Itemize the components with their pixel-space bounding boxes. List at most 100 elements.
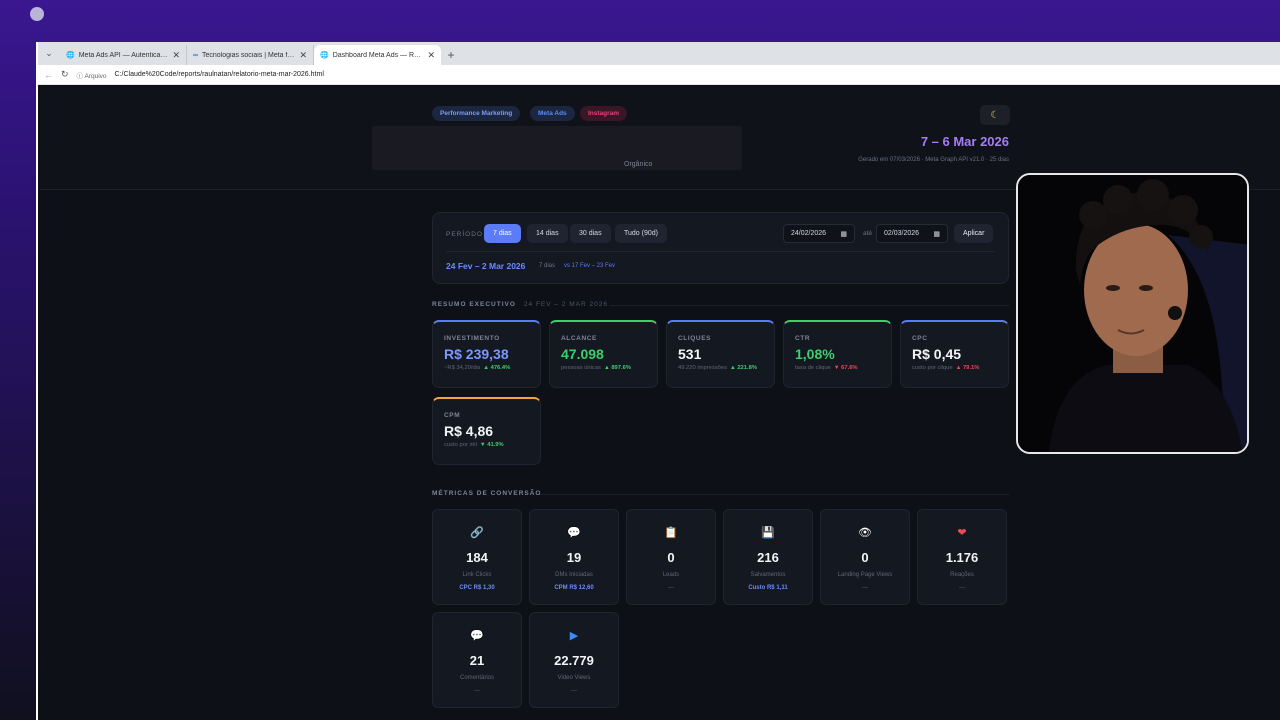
tab-title: Tecnologias sociais | Meta for Dev <box>202 51 295 59</box>
kpi-foot-text: 49.220 impressões <box>678 365 727 371</box>
system-dot-icon <box>30 7 44 21</box>
resumo-title-text: RESUMO EXECUTIVO <box>432 301 516 308</box>
play-icon: ▶ <box>569 630 579 642</box>
conversion-label: Comentários <box>459 675 494 681</box>
kpi-card-cliques: CLIQUES 531 49.220 impressões ▲ 221.8% <box>666 320 775 388</box>
close-icon[interactable]: ✕ <box>299 50 307 61</box>
period-14-days-button[interactable]: 14 dias <box>527 224 568 243</box>
kpi-label: CPM <box>444 412 461 419</box>
conversion-label: Landing Page Views <box>837 572 893 578</box>
info-icon[interactable]: ⓘ Arquivo <box>77 70 107 80</box>
conversion-value: 0 <box>667 550 675 565</box>
tag-instagram: Instagram <box>580 106 628 121</box>
kpi-value: 1,08% <box>795 346 835 362</box>
conversion-value: 22.779 <box>554 653 594 668</box>
kpi-foot: pessoas únicas ▲ 897.6% <box>561 365 647 371</box>
tab-search-icon[interactable]: ⌄ <box>38 42 60 65</box>
kpi-foot-text: custo por clique <box>912 365 953 371</box>
reload-icon[interactable]: ↻ <box>61 69 69 80</box>
kpi-card-ctr: CTR 1,08% taxa de clique ▼ 67.6% <box>783 320 892 388</box>
kpi-foot-text: ~R$ 34,20/dia <box>444 365 481 371</box>
conversion-value: 0 <box>861 550 869 565</box>
conversion-label: Salvamentos <box>750 572 786 578</box>
resumo-subtitle: 24 FEV – 2 MAR 2026 <box>523 301 608 308</box>
link-icon: 🔗 <box>470 527 484 539</box>
ate-label: até <box>863 230 873 237</box>
conversion-card: ❤ 1.176 Reações — <box>917 509 1007 605</box>
kpi-card-investimento: INVESTIMENTO R$ 239,38 ~R$ 34,20/dia ▲ 476.… <box>432 320 541 388</box>
generated-info: Gerado em 07/03/2026 · Meta Graph API v2… <box>858 157 1009 163</box>
conversion-sub: CPM R$ 12,60 <box>554 585 594 591</box>
conversion-sub: Custo R$ 1,11 <box>748 585 788 591</box>
address-label: Arquivo <box>84 72 107 80</box>
date-from-value: 24/02/2026 <box>791 230 827 237</box>
divider <box>446 251 995 252</box>
kpi-foot-text: taxa de clique <box>795 365 831 371</box>
kpi-foot: taxa de clique ▼ 67.6% <box>795 365 881 371</box>
kpi-value: R$ 4,86 <box>444 423 494 439</box>
kpi-value: R$ 239,38 <box>444 346 509 362</box>
kpi-label: CTR <box>795 335 811 342</box>
kpi-delta: ▲ 221.8% <box>729 365 757 371</box>
tab-title: Dashboard Meta Ads — Raul Nata <box>332 51 424 59</box>
url-field[interactable]: C:/Claude%20Code/reports/raulnatan/relat… <box>115 71 324 78</box>
globe-icon: 🌐 <box>66 52 75 59</box>
address-bar: ← ↻ ⓘ Arquivo C:/Claude%20Code/reports/r… <box>38 65 1280 85</box>
calendar-icon: ▦ <box>840 230 847 238</box>
conversion-card: 🔗 184 Link Clicks CPC R$ 1,30 <box>432 509 522 605</box>
conversion-value: 216 <box>757 550 779 565</box>
new-tab-button[interactable]: + <box>441 45 461 65</box>
kpi-delta: ▼ 41.9% <box>479 442 504 448</box>
webcam-overlay <box>1016 173 1249 454</box>
conversao-title: MÉTRICAS DE CONVERSÃO <box>432 490 542 497</box>
conversion-label: Reações <box>950 572 974 578</box>
selected-range: 24 Fev – 2 Mar 2026 <box>446 261 526 271</box>
tab-meta-for-dev[interactable]: ∞ Tecnologias sociais | Meta for Dev ✕ <box>187 45 314 65</box>
calendar-icon: ▦ <box>933 230 940 238</box>
close-icon[interactable]: ✕ <box>427 50 435 61</box>
date-to-input[interactable]: 02/03/2026 ▦ <box>876 224 948 243</box>
conversion-value: 21 <box>469 653 485 668</box>
kpi-delta: ▲ 79.1% <box>955 365 980 371</box>
conversion-value: 184 <box>466 550 488 565</box>
kpi-delta: ▲ 476.4% <box>483 365 511 371</box>
tab-meta-ads-api[interactable]: 🌐 Meta Ads API — Autenticação | Te ✕ <box>60 45 187 65</box>
globe-icon: 🌐 <box>320 52 329 59</box>
kpi-label: CLIQUES <box>678 335 712 342</box>
conversion-label: DMs Iniciadas <box>555 572 593 578</box>
tab-dashboard[interactable]: 🌐 Dashboard Meta Ads — Raul Nata ✕ <box>314 45 441 65</box>
conversion-sub: CPC R$ 1,30 <box>459 585 495 591</box>
kpi-label: INVESTIMENTO <box>444 335 500 342</box>
conversion-sub: — <box>668 585 674 591</box>
conversion-sub: — <box>959 585 965 591</box>
resumo-title: RESUMO EXECUTIVO 24 FEV – 2 MAR 2026 <box>432 301 608 308</box>
kpi-value: R$ 0,45 <box>912 346 962 362</box>
kpi-foot: custo por mil ▼ 41.9% <box>444 442 530 448</box>
conversion-card: 💾 216 Salvamentos Custo R$ 1,11 <box>723 509 813 605</box>
conversion-card: 📋 0 Leads — <box>626 509 716 605</box>
period-all-button[interactable]: Tudo (90d) <box>615 224 667 243</box>
save-icon: 💾 <box>761 527 775 539</box>
clipboard-icon: 📋 <box>664 527 678 539</box>
period-7-days-button[interactable]: 7 dias <box>484 224 521 243</box>
date-from-input[interactable]: 24/02/2026 ▦ <box>783 224 855 243</box>
kpi-card-cpc: CPC R$ 0,45 custo por clique ▲ 79.1% <box>900 320 1009 388</box>
apply-button[interactable]: Aplicar <box>954 224 994 243</box>
theme-toggle-moon-icon[interactable]: ☾ <box>980 105 1010 125</box>
section-divider <box>540 494 1009 495</box>
conversion-sub: — <box>571 688 577 694</box>
kpi-delta: ▼ 67.6% <box>833 365 858 371</box>
close-icon[interactable]: ✕ <box>172 50 180 61</box>
kpi-label: ALCANCE <box>561 335 597 342</box>
kpi-label: CPC <box>912 335 928 342</box>
back-icon[interactable]: ← <box>44 70 53 80</box>
period-30-days-button[interactable]: 30 dias <box>570 224 611 243</box>
conversion-value: 19 <box>566 550 582 565</box>
kpi-foot-text: pessoas únicas <box>561 365 601 371</box>
conversion-value: 1.176 <box>945 550 979 565</box>
conversion-label: Video Views <box>557 675 591 681</box>
selected-days: 7 dias <box>539 263 556 269</box>
conversion-label: Link Clicks <box>462 572 492 578</box>
conversion-card: 💬 19 DMs Iniciadas CPM R$ 12,60 <box>529 509 619 605</box>
period-label: PERÍODO <box>446 231 483 238</box>
